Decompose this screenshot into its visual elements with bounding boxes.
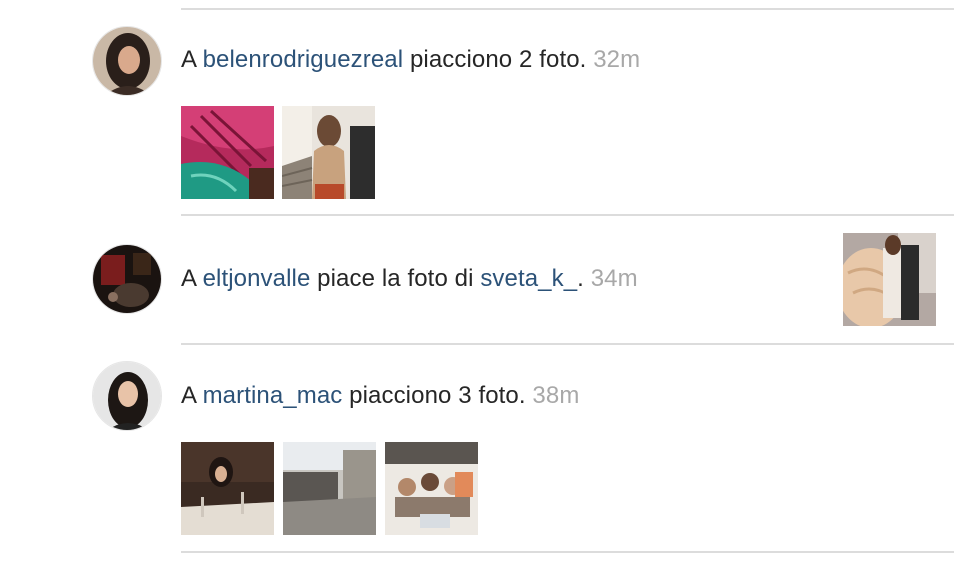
timestamp: 38m <box>525 382 580 409</box>
target-username-link[interactable]: sveta_k_ <box>480 265 577 292</box>
feed-divider <box>181 8 954 10</box>
photo-thumbnail[interactable] <box>282 106 375 199</box>
activity-text: A martina_mac piacciono 3 foto. 38m <box>181 382 580 409</box>
username-link[interactable]: eltjonvalle <box>203 265 311 292</box>
photo-thumbnail[interactable] <box>181 442 274 535</box>
timestamp: 32m <box>586 46 641 73</box>
username-link[interactable]: belenrodriguezreal <box>203 46 404 73</box>
avatar[interactable] <box>92 361 162 431</box>
photo-thumbnail[interactable] <box>181 106 274 199</box>
activity-text: A eltjonvalle piace la foto di sveta_k_.… <box>181 265 638 292</box>
activity-text: A belenrodriguezreal piacciono 2 foto. 3… <box>181 46 641 73</box>
username-link[interactable]: martina_mac <box>203 382 343 409</box>
feed-divider <box>181 214 954 216</box>
feed-divider <box>181 343 954 345</box>
avatar[interactable] <box>92 26 162 96</box>
feed-divider <box>181 551 954 553</box>
photo-thumbnail[interactable] <box>843 233 936 326</box>
photo-thumbnail[interactable] <box>283 442 376 535</box>
timestamp: 34m <box>583 265 638 292</box>
avatar[interactable] <box>92 244 162 314</box>
photo-thumbnail[interactable] <box>385 442 478 535</box>
